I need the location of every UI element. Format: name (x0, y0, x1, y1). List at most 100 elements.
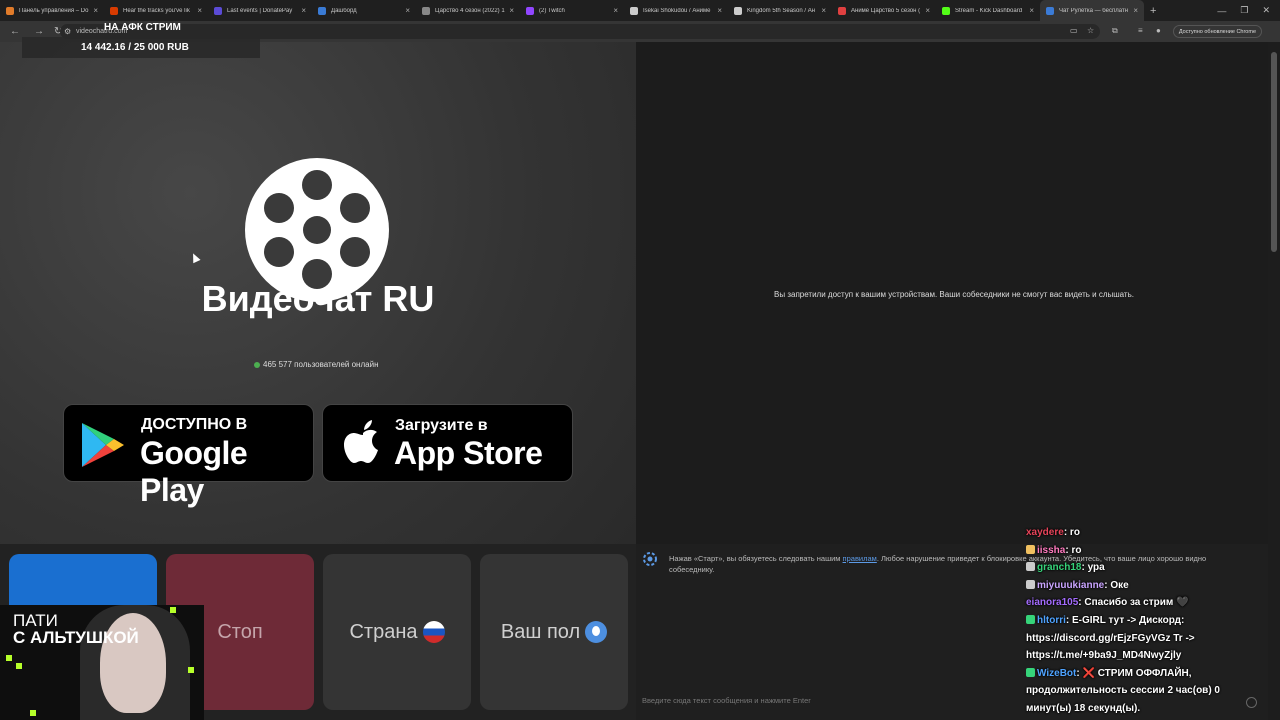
gender-button[interactable]: Ваш пол (480, 554, 628, 710)
tab-favicon-icon (734, 6, 742, 15)
chrome-update-button[interactable]: Доступно обновление Chrome (1172, 25, 1262, 38)
chat-username: iissha (1037, 544, 1066, 556)
profile-icon[interactable]: ● (1156, 26, 1161, 35)
chat-badge-icon (1026, 562, 1035, 572)
tab-title: Kingdom 5th Season / Ан (747, 7, 816, 14)
extensions-icon[interactable]: ⧉ (1112, 26, 1118, 36)
tab-close-icon[interactable]: × (405, 6, 410, 15)
tab-close-icon[interactable]: × (93, 6, 98, 15)
tab-favicon-icon (110, 6, 118, 15)
back-icon[interactable]: ← (10, 26, 20, 37)
tab-favicon-icon (942, 6, 950, 15)
browser-tab[interactable]: Isekai Shokudou / Аниме × (624, 0, 728, 21)
bookmark-star-icon[interactable]: ☆ (1087, 26, 1094, 35)
browser-tab[interactable]: Царство 4 сезон (2022) 1 × (416, 0, 520, 21)
browser-tab-bar: Панель управления – Do × Hear the tracks y… (0, 0, 1280, 21)
restore-icon[interactable]: ❐ (1240, 5, 1248, 16)
sparkle-icon (6, 655, 12, 661)
gender-icon (585, 621, 608, 643)
chat-username: miyuuukianne (1037, 579, 1105, 591)
cast-icon[interactable]: ▭ (1070, 26, 1078, 35)
browser-tab[interactable]: Stream - Kick Dashboard × (936, 0, 1040, 21)
chat-message: hltorri: E-GIRL тут -> Дискорд: https://… (1026, 612, 1252, 665)
tab-favicon-icon (6, 6, 14, 15)
forward-icon[interactable]: → (34, 26, 44, 37)
window-controls: — ❐ ✕ (1217, 0, 1280, 21)
chat-username: hltorri (1037, 614, 1066, 626)
stream-title-overlay: НА АФК СТРИМ (104, 22, 181, 33)
browser-tab[interactable]: Kingdom 5th Season / Ан × (728, 0, 832, 21)
page-scrollbar[interactable] (1268, 42, 1280, 720)
chat-username: xaydere (1026, 527, 1064, 538)
chat-badge-icon (1026, 614, 1035, 624)
russia-flag-icon (422, 621, 445, 643)
chat-username: eianora105 (1026, 597, 1079, 609)
chat-message: iissha: ro (1026, 542, 1252, 560)
donation-goal-bar: 14 442.16 / 25 000 RUB (22, 37, 260, 58)
browser-tab[interactable]: Hear the tracks you've lik × (104, 0, 208, 21)
tab-close-icon[interactable]: × (509, 6, 514, 15)
tab-title: (2) Twitch (539, 7, 565, 14)
tab-close-icon[interactable]: × (197, 6, 202, 15)
webcam-caption-2: С АЛЬТУШКОЙ (13, 628, 139, 647)
chat-text: Спасибо за стрим 🖤 (1084, 597, 1189, 609)
online-counter: 465 577 пользователей онлайн (254, 360, 378, 369)
tab-close-icon[interactable]: × (1133, 6, 1138, 15)
country-button[interactable]: Страна (323, 554, 471, 710)
tab-close-icon[interactable]: × (821, 6, 826, 15)
chat-username: granch18 (1037, 562, 1082, 574)
tab-close-icon[interactable]: × (613, 6, 618, 15)
chat-message: granch18: ура (1026, 559, 1252, 577)
google-play-big: Google Play (140, 435, 248, 508)
chat-text: ro (1069, 527, 1080, 538)
sparkle-icon (170, 607, 176, 613)
tab-close-icon[interactable]: × (1029, 6, 1034, 15)
tab-title: Чат Рулетка — бесплатн (1059, 7, 1129, 14)
chat-text: ура (1087, 562, 1105, 574)
rules-link[interactable]: правилам (843, 554, 877, 563)
media-icon[interactable]: ≡ (1138, 26, 1143, 35)
country-label: Страна (349, 620, 418, 643)
online-dot-icon (254, 361, 260, 368)
tab-favicon-icon (630, 6, 638, 15)
sparkle-icon (188, 667, 194, 673)
scrollbar-thumb[interactable] (1271, 52, 1277, 252)
tab-title: Панель управления – Do (19, 7, 89, 14)
new-tab-button[interactable]: + (1150, 5, 1156, 17)
tab-favicon-icon (838, 6, 846, 15)
chat-text: ro (1071, 544, 1082, 556)
browser-tab[interactable]: Аниме Царство 5 сезон ( × (832, 0, 936, 21)
own-video-pane: Видеочат RU 465 577 пользователей онлайн… (0, 42, 636, 544)
close-window-icon[interactable]: ✕ (1262, 5, 1270, 16)
tab-favicon-icon (318, 6, 326, 15)
tab-close-icon[interactable]: × (301, 6, 306, 15)
tab-favicon-icon (526, 6, 534, 15)
chat-badge-icon (1026, 544, 1035, 554)
tab-title: Аниме Царство 5 сезон ( (851, 7, 921, 14)
gender-label: Ваш пол (500, 620, 581, 643)
google-play-badge[interactable]: ДОСТУПНО В Google Play (63, 404, 314, 508)
tab-title: Царство 4 сезон (2022) 1 (435, 7, 505, 14)
tab-close-icon[interactable]: × (925, 6, 930, 15)
tab-title: Hear the tracks you've lik (123, 7, 190, 14)
screen: Панель управления – Do × Hear the tracks y… (0, 0, 1280, 720)
chat-message: eianora105: Спасибо за стрим 🖤 (1026, 594, 1252, 612)
chat-text: Оке (1110, 579, 1129, 591)
app-store-badge[interactable]: Загрузите в App Store (322, 404, 573, 482)
app-store-big: App Store (394, 435, 543, 471)
browser-tab[interactable]: Last events | DonatePay × (208, 0, 312, 21)
browser-tab[interactable]: (2) Twitch × (520, 0, 624, 21)
tab-title: Isekai Shokudou / Аниме (643, 7, 711, 14)
browser-tab[interactable]: Чат Рулетка — бесплатн × (1040, 0, 1144, 21)
browser-tab[interactable]: Дашборд × (312, 0, 416, 21)
chat-username: WizeBot (1037, 667, 1077, 679)
google-play-small: ДОСТУПНО В (141, 416, 248, 433)
tab-close-icon[interactable]: × (717, 6, 722, 15)
online-text: 465 577 пользователей онлайн (263, 360, 379, 369)
stop-label: Стоп (217, 620, 263, 643)
browser-tab[interactable]: Панель управления – Do × (0, 0, 104, 21)
minimize-icon[interactable]: — (1217, 6, 1226, 16)
sparkle-icon (30, 710, 36, 716)
stream-chat-overlay: xaydere: ro iissha: ro granch18: ура miyuuu… (1026, 524, 1252, 718)
tab-title: Last events | DonatePay (227, 7, 293, 14)
